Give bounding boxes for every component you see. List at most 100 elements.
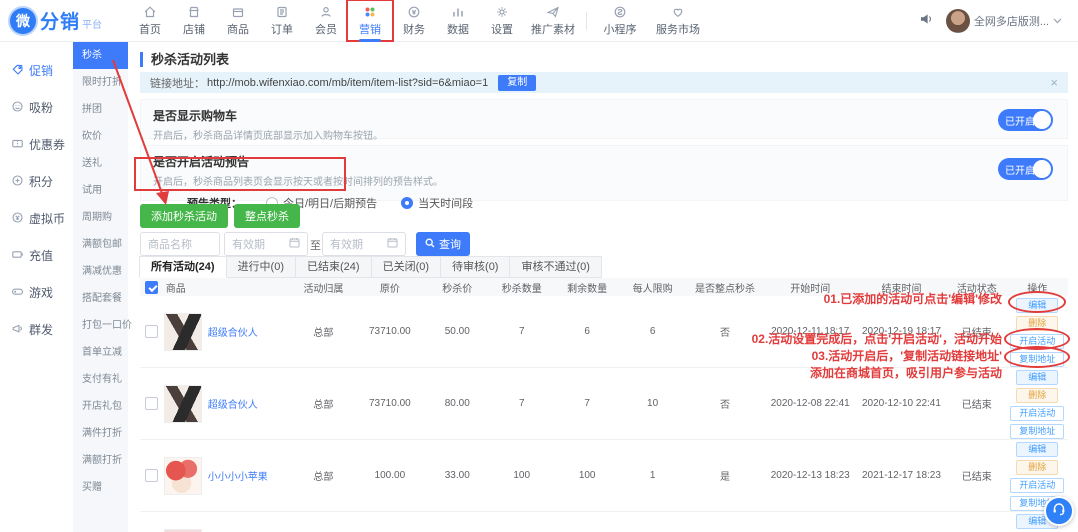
submenu-item[interactable]: 周期购: [73, 204, 128, 231]
gamepad-icon: [11, 285, 24, 301]
nav-item-finance[interactable]: 财务: [392, 1, 436, 40]
date-start-input[interactable]: 有效期: [224, 232, 308, 256]
sidebar-item-virtual-coin[interactable]: 虚拟币: [0, 200, 73, 237]
nav-divider: [586, 12, 587, 30]
nav-item-members[interactable]: 会员: [304, 1, 348, 40]
product-link[interactable]: 超级合伙人: [208, 324, 258, 339]
sidebar-item-promotion[interactable]: 促销: [0, 52, 73, 89]
sidebar-item-fans[interactable]: 吸粉: [0, 89, 73, 126]
col-limit: 每人限购: [620, 280, 685, 295]
tab[interactable]: 所有活动(24): [139, 256, 227, 278]
submenu-item[interactable]: 开店礼包: [73, 393, 128, 420]
submenu-item[interactable]: 首单立减: [73, 339, 128, 366]
announcement-speaker-icon[interactable]: [918, 11, 934, 30]
gear-icon: [495, 4, 509, 19]
submenu-item[interactable]: 送礼: [73, 150, 128, 177]
cart-setting-card: 是否显示购物车 开启后，秒杀商品详情页底部显示加入购物车按钮。 已开启: [140, 99, 1068, 139]
tab[interactable]: 待审核(0): [440, 256, 510, 278]
close-icon[interactable]: ×: [1050, 76, 1058, 89]
preview-toggle[interactable]: 已开启: [998, 158, 1053, 180]
row-checkbox[interactable]: [145, 469, 158, 482]
nav-item-goods[interactable]: 商品: [216, 1, 260, 40]
open-activity-button[interactable]: 开启活动: [1010, 406, 1064, 421]
submenu-item[interactable]: 搭配套餐: [73, 285, 128, 312]
submenu-item[interactable]: 试用: [73, 177, 128, 204]
open-activity-button[interactable]: 开启活动: [1010, 334, 1064, 349]
nav-item-promo-material[interactable]: 推广素材: [524, 1, 582, 40]
account-menu[interactable]: 全网多店版测...: [946, 9, 1062, 33]
sidebar-item-games[interactable]: 游戏: [0, 274, 73, 311]
sidebar-item-coupon[interactable]: 优惠券: [0, 126, 73, 163]
hourly-seckill-button[interactable]: 整点秒杀: [234, 204, 300, 228]
nav-item-shop[interactable]: 店铺: [172, 1, 216, 40]
product-link[interactable]: 超级合伙人: [208, 396, 258, 411]
submenu-item[interactable]: 满额包邮: [73, 231, 128, 258]
submenu-item[interactable]: 限时打折: [73, 69, 128, 96]
col-price: 原价: [354, 280, 425, 295]
preview-setting-desc: 开启后，秒杀商品列表页会显示按天或者按时间排列的预告样式。: [141, 170, 1067, 188]
nav-item-orders[interactable]: 订单: [260, 1, 304, 40]
add-seckill-button[interactable]: 添加秒杀活动: [140, 204, 228, 228]
table-row: 编辑 删除 开启活动 复制地址: [140, 512, 1068, 532]
cell-limit: 1: [620, 470, 685, 481]
row-checkbox[interactable]: [145, 397, 158, 410]
tab[interactable]: 进行中(0): [226, 256, 296, 278]
submenu-item[interactable]: 买赠: [73, 474, 128, 501]
nav-item-data[interactable]: 数据: [436, 1, 480, 40]
delete-button[interactable]: 删除: [1016, 388, 1058, 403]
submenu-item[interactable]: 打包一口价: [73, 312, 128, 339]
copy-address-button[interactable]: 复制地址: [1010, 424, 1064, 439]
submenu-item[interactable]: 拼团: [73, 96, 128, 123]
product-link[interactable]: 小小小小苹果: [208, 468, 268, 483]
table-body: 超级合伙人 总部 73710.00 50.00 7 6 6 否 2020-12-…: [140, 296, 1068, 532]
tab[interactable]: 已关闭(0): [371, 256, 441, 278]
order-icon: [275, 4, 289, 19]
date-end-input[interactable]: 有效期: [322, 232, 406, 256]
submenu-item[interactable]: 秒杀: [73, 42, 128, 69]
submenu-item[interactable]: 满件打折: [73, 420, 128, 447]
edit-button[interactable]: 编辑: [1016, 298, 1058, 313]
select-all-checkbox[interactable]: [145, 281, 158, 294]
product-image: [164, 529, 202, 532]
submenu-item[interactable]: 支付有礼: [73, 366, 128, 393]
radio-checked-icon[interactable]: [401, 197, 413, 209]
cell-limit: 10: [620, 398, 685, 409]
row-checkbox[interactable]: [145, 325, 158, 338]
nav-item-marketing[interactable]: 营销: [348, 1, 392, 40]
product-image: [164, 313, 202, 351]
edit-button[interactable]: 编辑: [1016, 370, 1058, 385]
product-image: [164, 457, 202, 495]
sidebar-item-points[interactable]: 积分: [0, 163, 73, 200]
nav-item-home[interactable]: 首页: [128, 1, 172, 40]
cell-price: 73710.00: [354, 326, 425, 337]
search-button[interactable]: 查询: [416, 232, 470, 256]
logo-suffix: 平台: [82, 16, 102, 31]
submenu-item[interactable]: 满额打折: [73, 447, 128, 474]
nav-item-service-market[interactable]: 服务市场: [649, 1, 707, 40]
cell-qty: 7: [489, 326, 554, 337]
copy-address-button[interactable]: 复制地址: [1010, 352, 1064, 367]
main-content: 秒杀活动列表 链接地址： http://mob.wifenxiao.com/mb…: [128, 42, 1078, 532]
ticket-icon: [11, 137, 24, 153]
nav-item-miniprogram[interactable]: 小程序: [591, 1, 649, 40]
nav-item-settings[interactable]: 设置: [480, 1, 524, 40]
submenu-item[interactable]: 满减优惠: [73, 258, 128, 285]
delete-button[interactable]: 删除: [1016, 316, 1058, 331]
product-name-input[interactable]: 商品名称: [140, 232, 220, 256]
edit-button[interactable]: 编辑: [1016, 442, 1058, 457]
open-activity-button[interactable]: 开启活动: [1010, 478, 1064, 493]
tab[interactable]: 已结束(24): [295, 256, 372, 278]
cell-remain: 7: [554, 398, 619, 409]
copy-link-button[interactable]: 复制: [498, 75, 536, 91]
delete-button[interactable]: 删除: [1016, 460, 1058, 475]
sidebar-item-recharge[interactable]: 充值: [0, 237, 73, 274]
sidebar-item-broadcast[interactable]: 群发: [0, 311, 73, 348]
submenu-item[interactable]: 砍价: [73, 123, 128, 150]
top-navbar: 微 分销 平台 首页 店铺 商品 订单 会员: [0, 0, 1078, 42]
tab[interactable]: 审核不通过(0): [509, 256, 601, 278]
cell-start-time: 2020-12-11 18:17: [765, 326, 856, 337]
radio-option-timeslot[interactable]: 当天时间段: [401, 195, 473, 211]
cell-price: 73710.00: [354, 398, 425, 409]
customer-service-button[interactable]: [1044, 496, 1074, 526]
cart-toggle[interactable]: 已开启: [998, 109, 1053, 131]
